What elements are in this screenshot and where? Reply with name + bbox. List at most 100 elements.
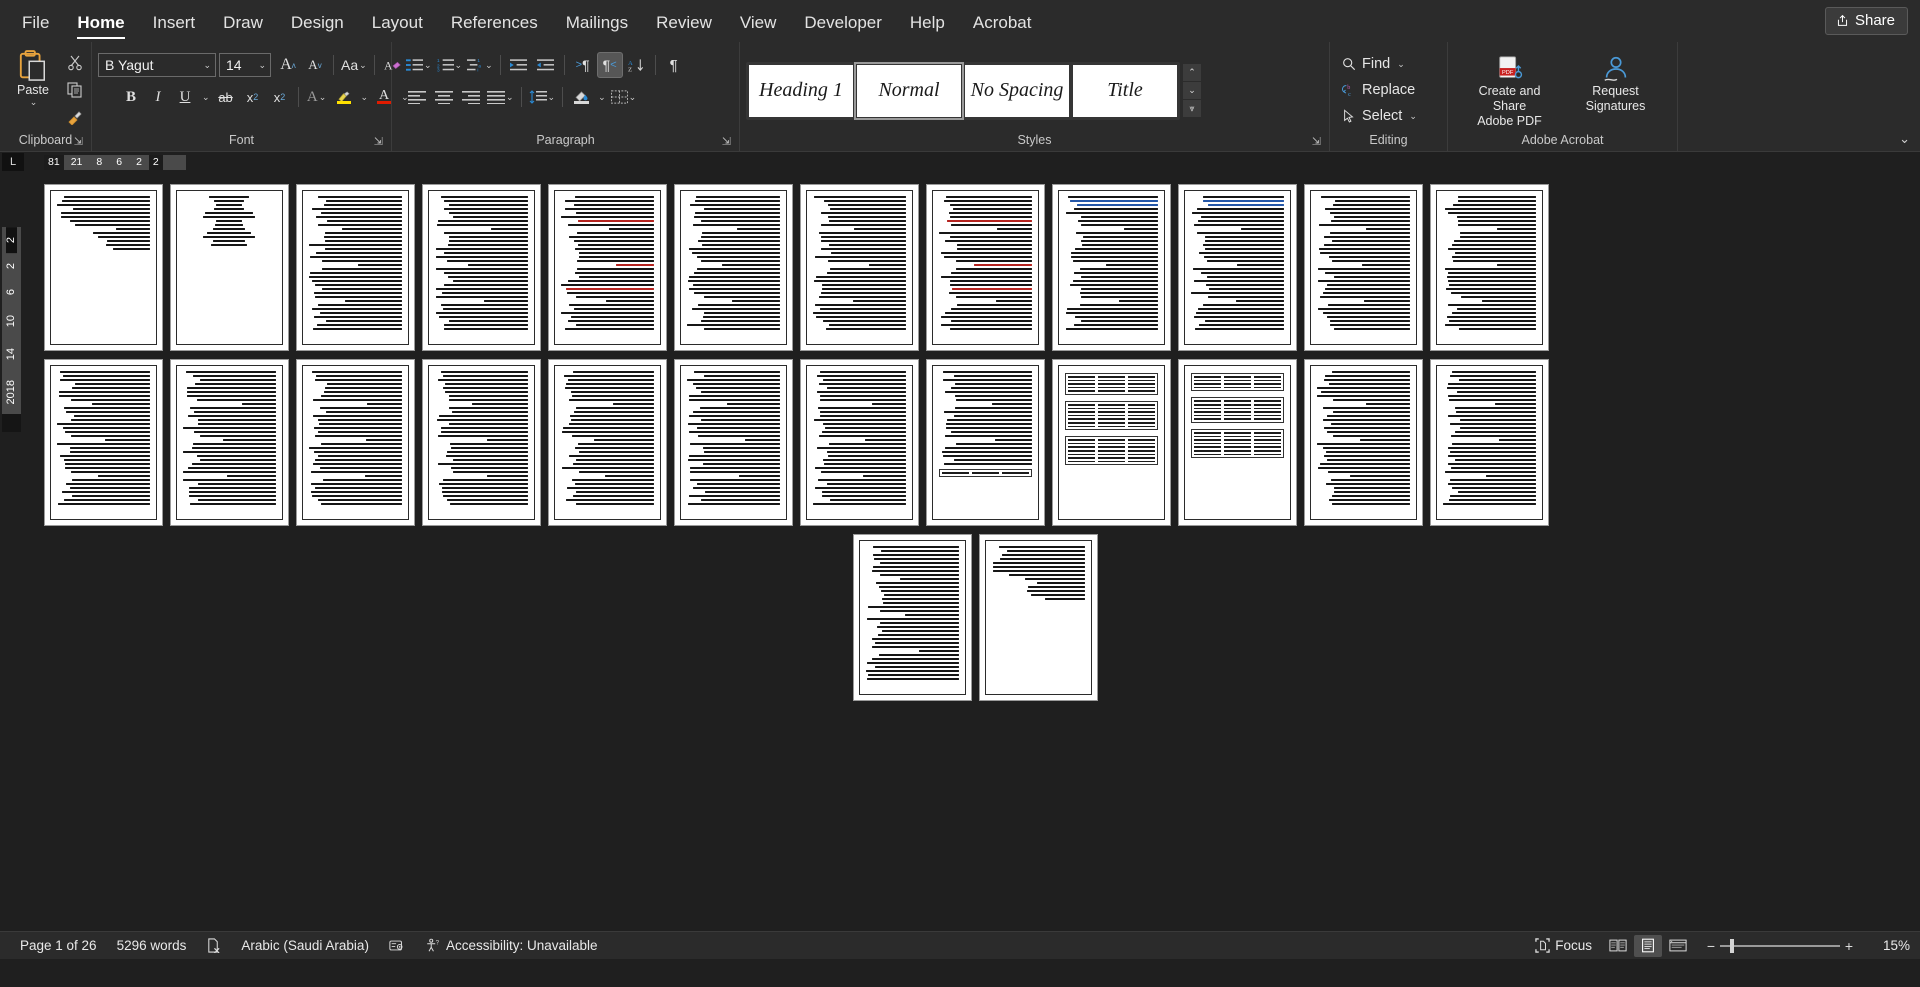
zoom-level[interactable]: 15% — [1868, 938, 1910, 953]
tab-view[interactable]: View — [726, 7, 791, 42]
strikethrough-button[interactable]: ab — [213, 84, 239, 110]
tab-references[interactable]: References — [437, 7, 552, 42]
language-indicator[interactable]: Arabic (Saudi Arabia) — [231, 934, 379, 958]
tab-layout[interactable]: Layout — [358, 7, 437, 42]
tab-stop-selector[interactable]: L — [2, 153, 24, 171]
bullets-button[interactable]: ⌄ — [404, 52, 434, 78]
tab-draw[interactable]: Draw — [209, 7, 277, 42]
grow-font-button[interactable]: Aʌ — [275, 52, 301, 78]
page-thumbnail[interactable] — [169, 184, 289, 351]
page-thumbnail[interactable] — [925, 184, 1045, 351]
page-thumbnail[interactable] — [1303, 359, 1423, 526]
cut-button[interactable] — [62, 50, 88, 76]
zoom-slider-track[interactable] — [1720, 938, 1840, 953]
tab-developer[interactable]: Developer — [790, 7, 896, 42]
chevron-down-icon[interactable]: ⌄ — [1409, 111, 1417, 122]
text-highlight-color-button[interactable] — [331, 84, 357, 110]
dialog-launcher-icon[interactable]: ⇲ — [374, 135, 383, 148]
styles-more-icon[interactable]: ⩔ — [1183, 100, 1201, 117]
page-thumbnail[interactable] — [799, 359, 919, 526]
page-thumbnail[interactable] — [295, 184, 415, 351]
highlight-dropdown[interactable]: ⌄ — [358, 84, 371, 110]
vertical-ruler[interactable]: 2 2 6 10 14 2018 — [2, 227, 21, 433]
focus-mode-button[interactable]: Focus — [1525, 934, 1602, 958]
web-layout-button[interactable] — [1664, 935, 1692, 957]
text-effects-button[interactable]: A ⌄ — [304, 84, 330, 110]
tab-review[interactable]: Review — [642, 7, 726, 42]
shrink-font-button[interactable]: Av — [302, 52, 328, 78]
page-thumbnail[interactable] — [978, 534, 1098, 701]
decrease-indent-button[interactable] — [533, 52, 559, 78]
horizontal-ruler[interactable]: 81 21 8 6 2 2 — [44, 154, 186, 170]
bold-button[interactable]: B — [118, 84, 144, 110]
chevron-down-icon[interactable]: ⌄ — [30, 97, 38, 108]
zoom-out-button[interactable]: − — [1702, 938, 1720, 954]
tab-help[interactable]: Help — [896, 7, 959, 42]
page-thumbnail[interactable] — [169, 359, 289, 526]
style-heading-1[interactable]: Heading 1 — [749, 64, 853, 117]
page-thumbnail[interactable] — [673, 184, 793, 351]
justify-button[interactable]: ⌄ — [485, 84, 516, 110]
select-button[interactable]: Select ⌄ — [1336, 104, 1423, 128]
page-thumbnail[interactable] — [43, 359, 163, 526]
tab-design[interactable]: Design — [277, 7, 358, 42]
format-painter-button[interactable] — [62, 104, 88, 130]
superscript-button[interactable]: x2 — [267, 84, 293, 110]
page-thumbnail[interactable] — [1177, 184, 1297, 351]
share-button[interactable]: Share — [1824, 7, 1908, 35]
collapse-ribbon-button[interactable]: ⌄ — [1899, 131, 1910, 147]
increase-indent-button[interactable] — [506, 52, 532, 78]
italic-button[interactable]: I — [145, 84, 171, 110]
page-thumbnail[interactable] — [43, 184, 163, 351]
left-to-right-text-direction-button[interactable]: > ¶ — [570, 52, 596, 78]
proofing-errors-icon[interactable] — [196, 934, 231, 958]
style-title[interactable]: Title — [1073, 64, 1177, 117]
tab-file[interactable]: File — [8, 7, 63, 42]
underline-dropdown[interactable]: ⌄ — [199, 84, 212, 110]
accessibility-checker[interactable]: ? Accessibility: Unavailable — [415, 934, 608, 958]
shading-dropdown[interactable]: ⌄ — [595, 84, 608, 110]
page-thumbnail[interactable] — [1429, 359, 1549, 526]
multilevel-list-button[interactable]: 1ai ⌄ — [465, 52, 495, 78]
style-no-spacing[interactable]: No Spacing — [965, 64, 1069, 117]
page-thumbnail[interactable] — [1051, 359, 1171, 526]
page-indicator[interactable]: Page 1 of 26 — [10, 934, 107, 958]
font-name-combobox[interactable]: B Yagut ⌄ — [98, 53, 216, 77]
show-formatting-marks-button[interactable]: ¶ — [661, 52, 687, 78]
zoom-slider-thumb[interactable] — [1730, 938, 1734, 953]
align-left-button[interactable] — [404, 84, 430, 110]
line-and-paragraph-spacing-button[interactable]: ⌄ — [527, 84, 558, 110]
page-thumbnail[interactable] — [1177, 359, 1297, 526]
numbering-button[interactable]: 123 ⌄ — [435, 52, 465, 78]
align-center-button[interactable] — [431, 84, 457, 110]
dictate-icon[interactable] — [379, 934, 415, 958]
request-signatures-button[interactable]: Request Signatures — [1568, 52, 1664, 114]
right-to-left-text-direction-button[interactable]: ¶ < — [596, 52, 623, 78]
page-thumbnail[interactable] — [547, 184, 667, 351]
change-case-button[interactable]: Aa ⌄ — [339, 52, 369, 78]
borders-button[interactable]: ⌄ — [609, 84, 639, 110]
word-count[interactable]: 5296 words — [107, 934, 197, 958]
subscript-button[interactable]: x2 — [240, 84, 266, 110]
find-button[interactable]: Find ⌄ — [1336, 52, 1411, 76]
page-thumbnail[interactable] — [547, 359, 667, 526]
dialog-launcher-icon[interactable]: ⇲ — [1312, 135, 1321, 148]
chevron-down-icon[interactable]: ⌄ — [1397, 59, 1405, 70]
tab-acrobat[interactable]: Acrobat — [959, 7, 1046, 42]
read-mode-button[interactable] — [1604, 935, 1632, 957]
dialog-launcher-icon[interactable]: ⇲ — [722, 135, 731, 148]
page-thumbnail[interactable] — [295, 359, 415, 526]
shading-button[interactable] — [568, 84, 594, 110]
copy-button[interactable] — [62, 77, 88, 103]
page-thumbnail[interactable] — [925, 359, 1045, 526]
page-thumbnail[interactable] — [799, 184, 919, 351]
dialog-launcher-icon[interactable]: ⇲ — [74, 135, 83, 148]
page-thumbnail[interactable] — [421, 184, 541, 351]
print-layout-button[interactable] — [1634, 934, 1662, 957]
style-normal[interactable]: Normal — [854, 61, 964, 120]
page-thumbnail[interactable] — [852, 534, 972, 701]
create-and-share-adobe-pdf-button[interactable]: PDF Create and Share Adobe PDF — [1462, 52, 1558, 129]
zoom-in-button[interactable]: + — [1840, 938, 1858, 954]
page-thumbnail[interactable] — [1429, 184, 1549, 351]
font-size-combobox[interactable]: 14 ⌄ — [219, 53, 271, 77]
